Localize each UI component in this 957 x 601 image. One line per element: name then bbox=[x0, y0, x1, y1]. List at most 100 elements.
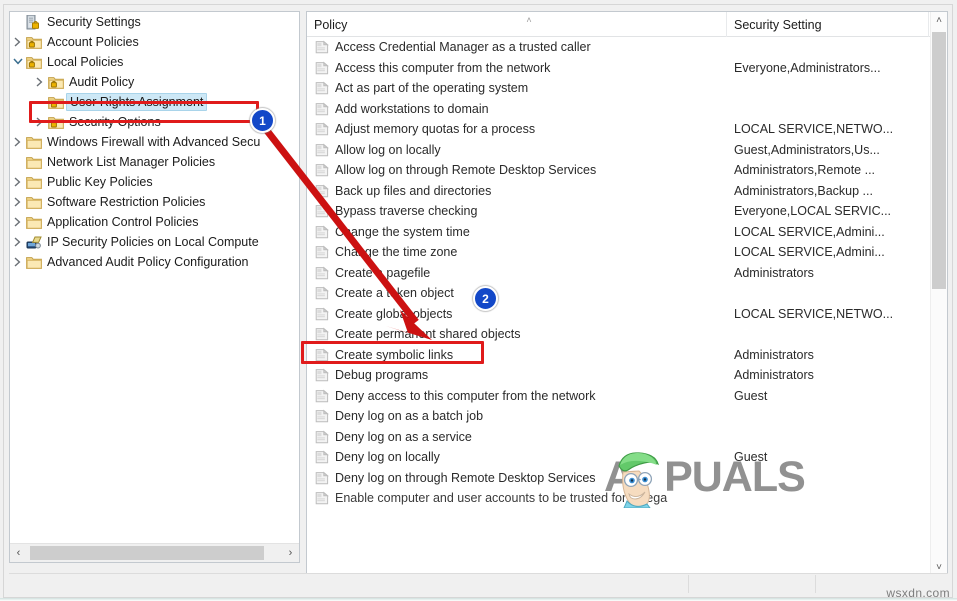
table-row[interactable]: Create a pagefile Administrators bbox=[307, 263, 930, 284]
table-row[interactable]: Debug programs Administrators bbox=[307, 365, 930, 386]
folder-icon bbox=[25, 132, 44, 152]
security-setting-value: LOCAL SERVICE,Admini... bbox=[734, 245, 885, 259]
table-row[interactable]: Deny access to this computer from the ne… bbox=[307, 386, 930, 407]
column-header-security-setting[interactable]: Security Setting bbox=[727, 12, 929, 37]
table-row[interactable]: Create permanent shared objects bbox=[307, 324, 930, 345]
appuals-mascot-icon bbox=[618, 452, 659, 508]
chevron-right-icon[interactable] bbox=[32, 72, 47, 92]
policy-item-icon bbox=[315, 471, 329, 485]
tree-horizontal-scrollbar[interactable]: ‹ › bbox=[10, 543, 299, 562]
policy-name: Deny log on locally bbox=[335, 450, 440, 464]
policy-name: Deny log on as a service bbox=[335, 429, 472, 444]
tree-item-label: Public Key Policies bbox=[47, 175, 153, 189]
policy-item-icon bbox=[315, 245, 329, 259]
tree-item-label: Application Control Policies bbox=[47, 215, 199, 229]
chevron-right-icon[interactable] bbox=[10, 192, 25, 212]
policy-item-icon bbox=[315, 163, 329, 177]
table-row[interactable]: Change the time zone LOCAL SERVICE,Admini… bbox=[307, 242, 930, 263]
ip-security-icon bbox=[25, 232, 44, 252]
tree-item-label: Advanced Audit Policy Configuration bbox=[47, 255, 249, 269]
chevron-down-icon[interactable] bbox=[10, 52, 25, 72]
table-row[interactable]: Create global objects LOCAL SERVICE,NETWO… bbox=[307, 304, 930, 325]
chevron-right-icon[interactable] bbox=[10, 212, 25, 232]
table-row[interactable]: Create a token object bbox=[307, 283, 930, 304]
table-row[interactable]: Deny log on as a service bbox=[307, 427, 930, 448]
folder-icon bbox=[25, 212, 44, 232]
policy-item-icon bbox=[315, 225, 329, 239]
table-row[interactable]: Change the system time LOCAL SERVICE,Admi… bbox=[307, 222, 930, 243]
table-row[interactable]: Access this computer from the network Eve… bbox=[307, 58, 930, 79]
scroll-right-icon[interactable]: › bbox=[282, 544, 299, 562]
policy-name: Deny log on through Remote Desktop Servi… bbox=[335, 470, 596, 485]
security-setting-value: Guest,Administrators,Us... bbox=[734, 142, 880, 157]
table-row[interactable]: Adjust memory quotas for a process LOCAL … bbox=[307, 119, 930, 140]
sort-ascending-icon: ˄ bbox=[526, 15, 532, 25]
tree-item-audit-policy[interactable]: Audit Policy bbox=[10, 72, 299, 92]
tree-item-local-policies[interactable]: Local Policies bbox=[10, 52, 299, 72]
table-row[interactable]: Access Credential Manager as a trusted c… bbox=[307, 37, 930, 58]
policy-name: Allow log on through Remote Desktop Serv… bbox=[335, 163, 597, 177]
twisty-placeholder bbox=[10, 152, 25, 172]
chevron-right-icon[interactable] bbox=[10, 132, 25, 152]
table-row[interactable]: Bypass traverse checking Everyone,LOCAL S… bbox=[307, 201, 930, 222]
scroll-left-icon[interactable]: ‹ bbox=[10, 544, 27, 562]
tree-item-application-control-policies[interactable]: Application Control Policies bbox=[10, 212, 299, 232]
screenshot-root: Security Settings Account Policies Local… bbox=[0, 0, 957, 601]
policy-item-icon bbox=[315, 184, 329, 198]
policy-name: Deny access to this computer from the ne… bbox=[335, 388, 596, 403]
policy-folder-icon bbox=[25, 32, 44, 52]
table-row[interactable]: Deny log on as a batch job bbox=[307, 406, 930, 427]
policy-item-icon bbox=[315, 368, 329, 382]
policy-name: Allow log on locally bbox=[335, 142, 441, 157]
table-row[interactable]: Act as part of the operating system bbox=[307, 78, 930, 99]
list-vertical-scrollbar[interactable]: ˄ ˅ bbox=[930, 12, 947, 576]
policy-item-icon bbox=[315, 122, 329, 136]
security-setting-value: Administrators,Remote ... bbox=[734, 163, 876, 177]
security-setting-value: Everyone,LOCAL SERVIC... bbox=[734, 204, 892, 218]
policy-item-icon bbox=[315, 430, 329, 444]
tree-item-windows-firewall[interactable]: Windows Firewall with Advanced Secu bbox=[10, 132, 299, 152]
table-row[interactable]: Add workstations to domain bbox=[307, 99, 930, 120]
policy-name: Bypass traverse checking bbox=[335, 204, 478, 218]
tree-item-network-list-manager[interactable]: Network List Manager Policies bbox=[10, 152, 299, 172]
security-settings-icon bbox=[25, 12, 44, 32]
tree-item-label: IP Security Policies on Local Compute bbox=[47, 235, 259, 249]
chevron-right-icon[interactable] bbox=[10, 252, 25, 272]
policy-item-icon bbox=[315, 491, 329, 505]
table-row[interactable]: Back up files and directories Administrat… bbox=[307, 181, 930, 202]
policy-name: Create a pagefile bbox=[335, 265, 431, 280]
tree-item-advanced-audit-policy-configuration[interactable]: Advanced Audit Policy Configuration bbox=[10, 252, 299, 272]
tree-item-software-restriction-policies[interactable]: Software Restriction Policies bbox=[10, 192, 299, 212]
policy-item-icon bbox=[315, 389, 329, 403]
policy-item-icon bbox=[315, 266, 329, 280]
chevron-right-icon[interactable] bbox=[10, 232, 25, 252]
tree-hscroll-thumb[interactable] bbox=[30, 546, 264, 560]
list-vscroll-thumb[interactable] bbox=[932, 32, 946, 289]
column-header-policy[interactable]: Policy ˄ bbox=[307, 12, 727, 37]
tree-item-label: User Rights Assignment bbox=[66, 93, 208, 111]
console-tree-pane[interactable]: Security Settings Account Policies Local… bbox=[9, 11, 300, 563]
scroll-up-icon[interactable]: ˄ bbox=[931, 12, 947, 29]
policy-name: Deny log on as a batch job bbox=[335, 409, 484, 423]
security-setting-value: Guest bbox=[734, 450, 768, 464]
tree-item-ip-security-policies[interactable]: IP Security Policies on Local Compute bbox=[10, 232, 299, 252]
policy-item-icon bbox=[315, 409, 329, 423]
chevron-right-icon[interactable] bbox=[32, 112, 47, 132]
twisty-placeholder bbox=[32, 92, 47, 112]
security-setting-value: Administrators bbox=[734, 368, 814, 382]
table-row[interactable]: Allow log on locally Guest,Administrators… bbox=[307, 140, 930, 161]
policy-name: Change the system time bbox=[335, 224, 470, 239]
policy-name: Create global objects bbox=[335, 306, 453, 321]
tree-item-account-policies[interactable]: Account Policies bbox=[10, 32, 299, 52]
security-setting-value: Guest bbox=[734, 388, 768, 403]
table-row[interactable]: Allow log on through Remote Desktop Serv… bbox=[307, 160, 930, 181]
chevron-right-icon[interactable] bbox=[10, 32, 25, 52]
step-badge-2: 2 bbox=[473, 286, 498, 311]
tree-item-security-settings[interactable]: Security Settings bbox=[10, 12, 299, 32]
chevron-right-icon[interactable] bbox=[10, 172, 25, 192]
tree-item-label: Local Policies bbox=[47, 55, 124, 69]
status-bar bbox=[9, 573, 948, 593]
folder-icon bbox=[25, 252, 44, 272]
tree-item-public-key-policies[interactable]: Public Key Policies bbox=[10, 172, 299, 192]
table-row[interactable]: Create symbolic links Administrators bbox=[307, 345, 930, 366]
